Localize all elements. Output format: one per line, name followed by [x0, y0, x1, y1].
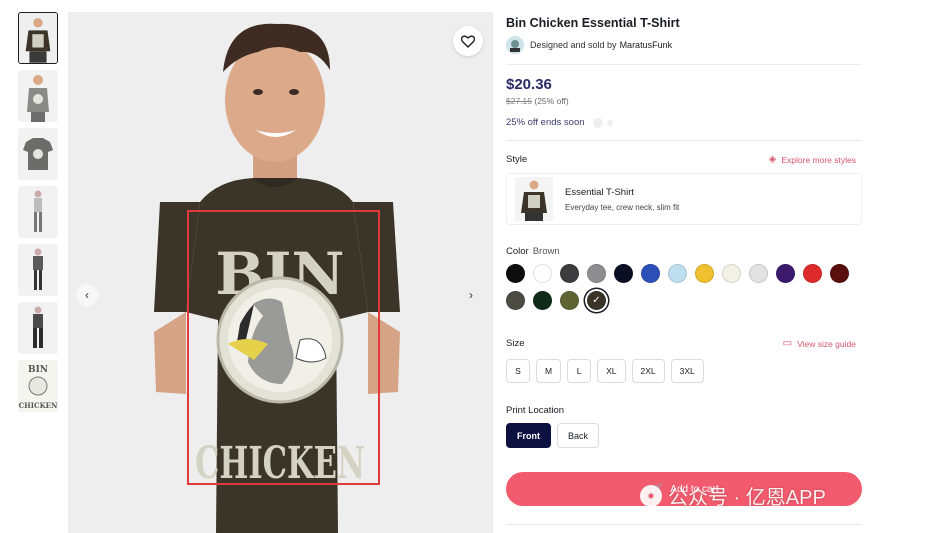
thumbnail-flat-tee[interactable] [18, 128, 58, 180]
divider [506, 524, 862, 525]
size-label: Size [506, 338, 525, 349]
color-swatch[interactable] [803, 264, 822, 283]
svg-text:BIN: BIN [28, 365, 48, 375]
style-thumbnail [515, 177, 553, 221]
style-label: Style [506, 154, 528, 165]
print-location-label: Print Location [506, 405, 565, 416]
color-label: Color Brown [506, 246, 560, 257]
print-location-options: Front Back [506, 423, 605, 448]
design-highlight-box [187, 210, 380, 485]
print-location-back[interactable]: Back [557, 423, 600, 448]
color-swatch[interactable] [506, 264, 525, 283]
color-swatch[interactable]: ✓ [587, 291, 606, 310]
favorite-button[interactable] [453, 26, 483, 56]
color-swatch[interactable] [560, 291, 579, 310]
color-swatch[interactable] [749, 264, 768, 283]
thumbnail-full-body-2[interactable] [18, 244, 58, 296]
size-option-xl[interactable]: XL [597, 359, 626, 383]
watermark: ● 公众号 · 亿恩APP [640, 481, 826, 510]
info-dot-icon [606, 119, 613, 126]
size-options: S M L XL 2XL 3XL [506, 359, 710, 383]
size-guide-link[interactable]: ▭ View size guide [783, 338, 856, 349]
prev-image-button[interactable]: ‹ [76, 284, 98, 306]
info-icon[interactable] [592, 117, 603, 128]
old-price-line: $27.15 (25% off) [506, 96, 569, 106]
color-swatch[interactable] [641, 264, 660, 283]
promo-line: 25% off ends soon [506, 117, 613, 128]
explore-styles-link[interactable]: ◈ Explore more styles [769, 154, 856, 165]
size-option-l[interactable]: L [567, 359, 592, 383]
seller-avatar[interactable] [506, 36, 524, 54]
print-location-front[interactable]: Front [506, 423, 551, 448]
color-swatch[interactable] [614, 264, 633, 283]
product-main-image: BIN CHICKEN ‹ › [68, 12, 493, 533]
wechat-icon: ● [640, 484, 662, 507]
next-image-button[interactable]: › [460, 284, 482, 306]
old-price: $27.15 [506, 96, 532, 106]
color-swatch[interactable] [722, 264, 741, 283]
seller-line: Designed and sold by MaratusFunk [506, 36, 672, 54]
thumbnail-front-model[interactable] [18, 12, 58, 64]
thumbnail-female-model[interactable] [18, 70, 58, 122]
divider [506, 140, 862, 141]
color-swatch[interactable] [587, 264, 606, 283]
color-swatch[interactable] [506, 291, 525, 310]
size-option-3xl[interactable]: 3XL [670, 359, 704, 383]
thumbnail-design[interactable]: BIN CHICKEN [18, 360, 58, 412]
divider [506, 64, 862, 65]
size-guide-label: View size guide [797, 338, 856, 349]
promo-text: 25% off ends soon [506, 117, 585, 128]
color-swatch[interactable] [830, 264, 849, 283]
ruler-icon: ▭ [782, 338, 793, 349]
style-name: Essential T-Shirt [565, 186, 634, 198]
selected-color-name: Brown [532, 246, 560, 257]
chevron-right-icon: › [469, 288, 473, 302]
product-details-panel: Bin Chicken Essential T-Shirt Designed a… [506, 0, 862, 533]
chevron-left-icon: ‹ [85, 288, 89, 302]
discount-text: (25% off) [534, 96, 569, 106]
cube-icon: ◈ [768, 154, 777, 165]
explore-styles-label: Explore more styles [781, 154, 856, 165]
style-description: Everyday tee, crew neck, slim fit [565, 202, 680, 212]
thumbnail-full-body-3[interactable] [18, 302, 58, 354]
check-icon: ✓ [592, 295, 601, 306]
color-swatch[interactable] [533, 291, 552, 310]
size-option-2xl[interactable]: 2XL [631, 359, 665, 383]
color-swatch[interactable] [695, 264, 714, 283]
seller-prefix: Designed and sold by [530, 40, 617, 50]
current-price: $20.36 [506, 76, 552, 93]
color-swatch[interactable] [533, 264, 552, 283]
color-swatch[interactable] [776, 264, 795, 283]
seller-name-link[interactable]: MaratusFunk [620, 40, 673, 50]
svg-text:CHICKEN: CHICKEN [19, 401, 58, 410]
style-card[interactable]: Essential T-Shirt Everyday tee, crew nec… [506, 173, 862, 225]
color-swatch[interactable] [668, 264, 687, 283]
size-option-s[interactable]: S [506, 359, 530, 383]
watermark-text: 公众号 · 亿恩APP [668, 487, 826, 509]
heart-icon [461, 34, 475, 48]
size-option-m[interactable]: M [536, 359, 562, 383]
thumbnail-full-body-1[interactable] [18, 186, 58, 238]
color-swatch[interactable] [560, 264, 579, 283]
product-title: Bin Chicken Essential T-Shirt [506, 16, 680, 30]
